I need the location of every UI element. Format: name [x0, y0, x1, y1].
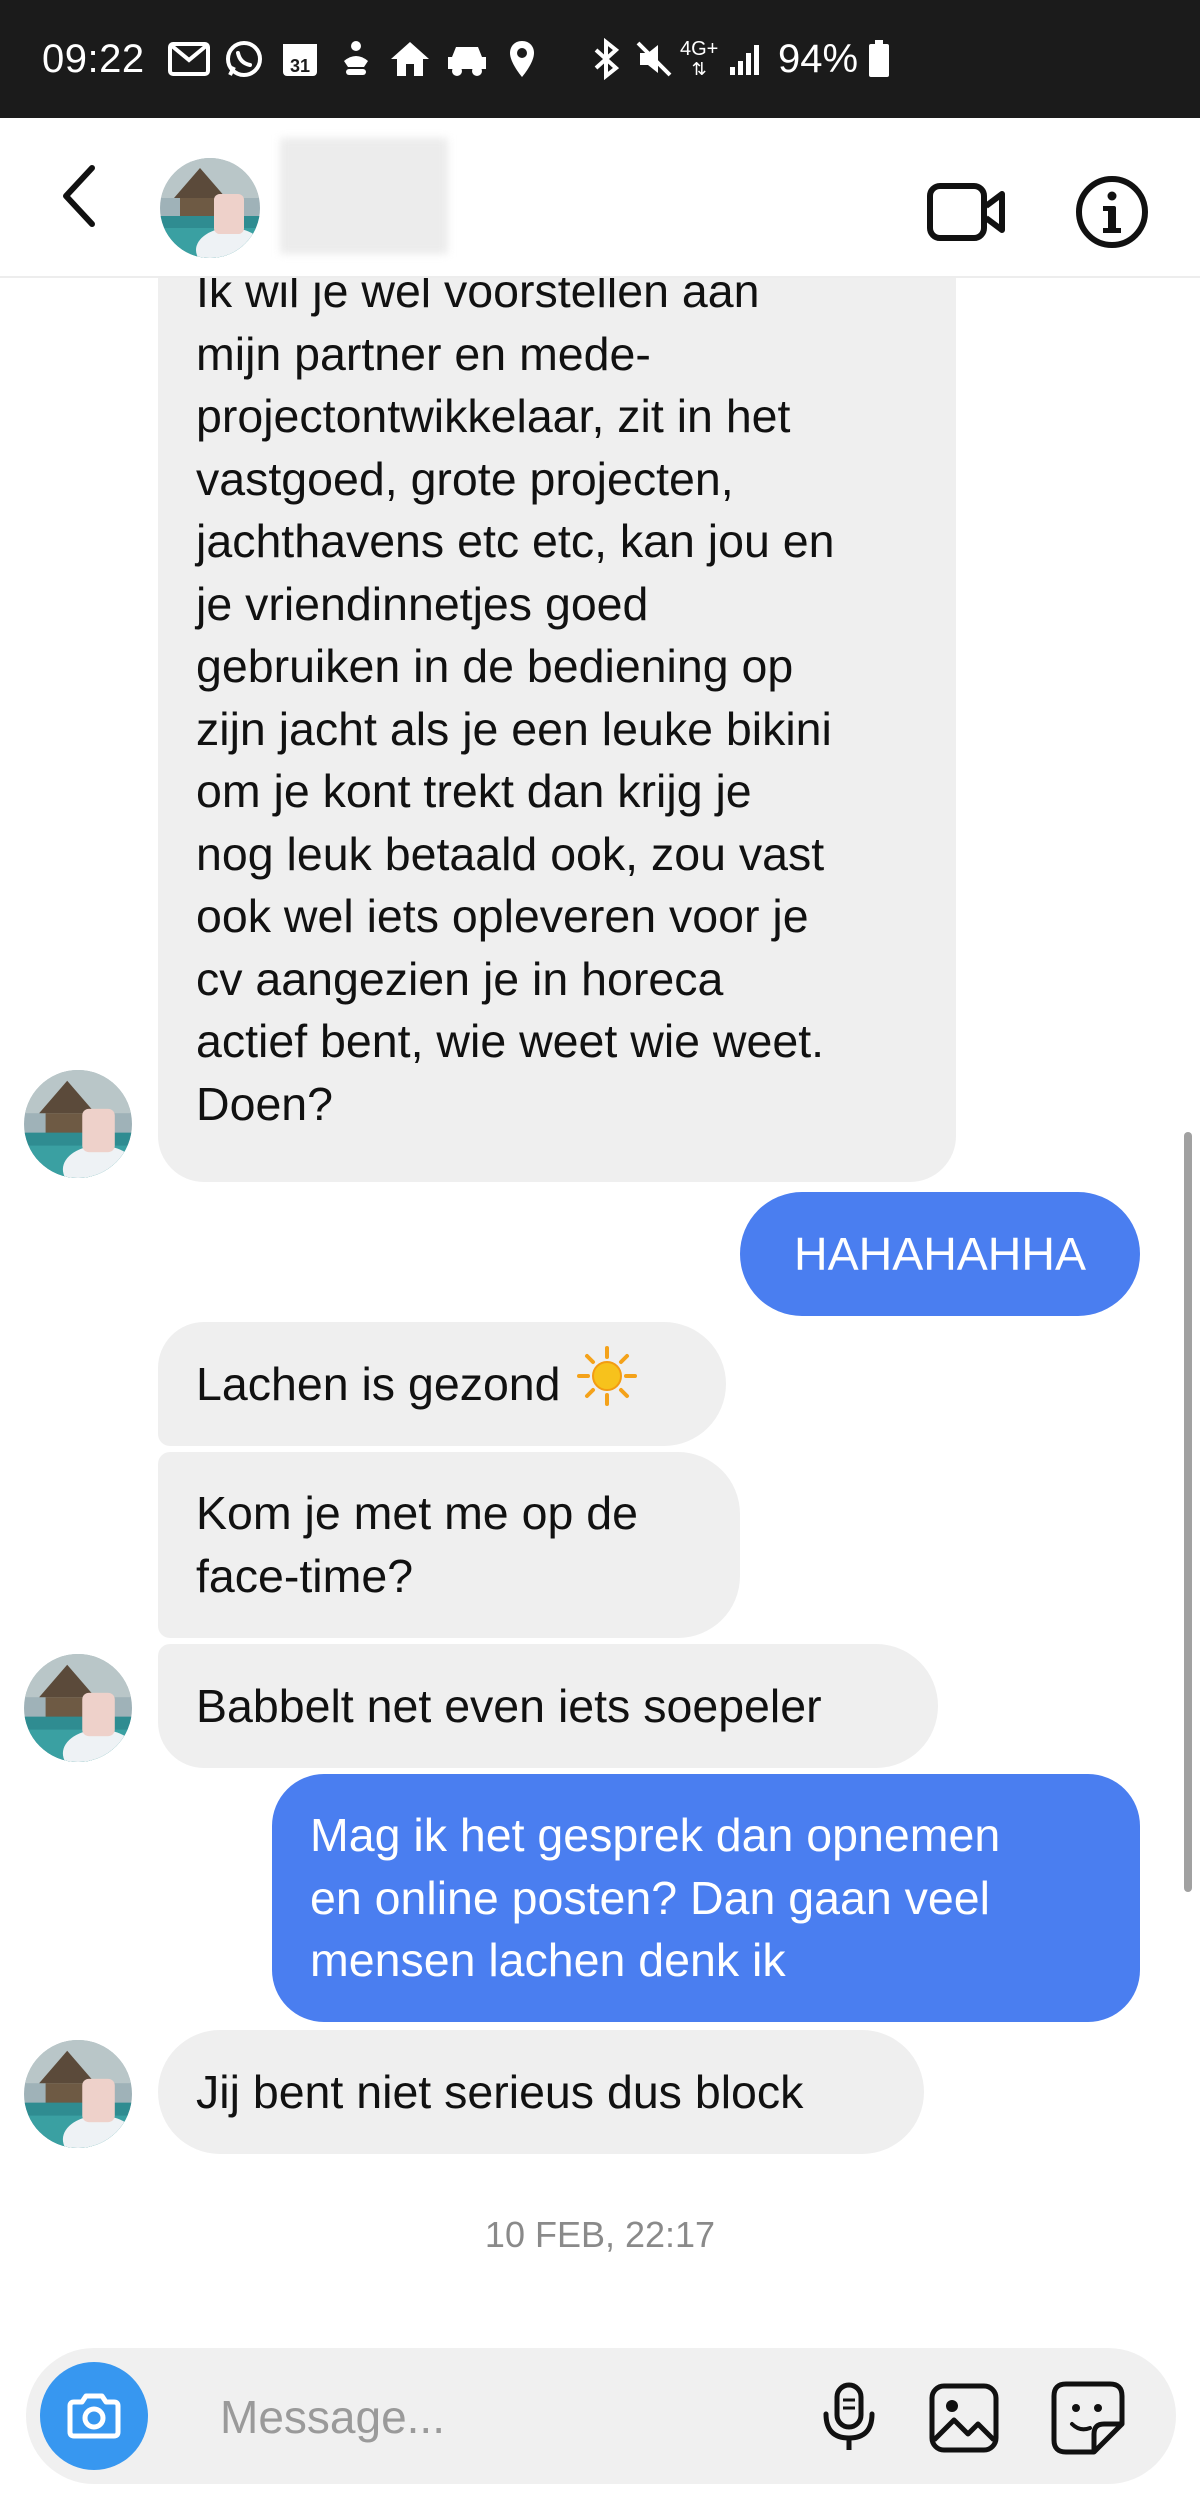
- mute-icon: [634, 0, 674, 118]
- message-line: Lachen is gezond: [196, 1357, 561, 1410]
- incoming-message[interactable]: Jij bent niet serieus dus block: [158, 2030, 924, 2154]
- status-time: 09:22: [42, 36, 145, 81]
- contact-avatar[interactable]: [24, 1654, 132, 1762]
- message-thread[interactable]: Ik wil je wel voorstellen aan mijn partn…: [0, 278, 1200, 2328]
- message-line: Doen?: [196, 1077, 334, 1130]
- contact-name[interactable]: [280, 138, 448, 254]
- camera-button[interactable]: [40, 2362, 148, 2470]
- message-line: mijn partner en mede-: [196, 327, 651, 380]
- svg-text:31: 31: [290, 56, 310, 76]
- back-arrow-icon: [63, 165, 95, 227]
- message-line: om je kont trekt dan krijg je: [196, 765, 752, 817]
- message-line: face-time?: [196, 1549, 414, 1602]
- message-line: gebruiken in de bediening op: [196, 640, 794, 692]
- contact-avatar[interactable]: [160, 158, 260, 258]
- camera-icon: [67, 2393, 121, 2439]
- scrollbar[interactable]: [1184, 1132, 1192, 1892]
- chat-header: [0, 118, 1200, 278]
- message-line: cv aangezien je in horeca: [196, 952, 724, 1005]
- message-timestamp: 10 FEB, 22:17: [484, 2214, 716, 2255]
- location-icon: [508, 0, 536, 118]
- incoming-message[interactable]: Babbelt net even iets soepeler: [158, 1644, 938, 1768]
- incoming-message[interactable]: Kom je met me op de face-time?: [158, 1452, 740, 1638]
- message-composer: [26, 2348, 1176, 2484]
- battery-icon: [868, 0, 890, 118]
- message-line: je vriendinnetjes goed: [196, 577, 649, 630]
- message-line: projectontwikkelaar, zit in het: [196, 390, 791, 442]
- calendar-icon: 31: [280, 0, 320, 118]
- network-label: 4G+: [680, 38, 719, 60]
- sticker-button[interactable]: [1050, 2380, 1126, 2456]
- message-line: zijn jacht als je een leuke bikini: [196, 702, 832, 755]
- outgoing-message[interactable]: HAHAHAHHA: [740, 1192, 1140, 1316]
- message-line: nog leuk betaald ook, zou vast: [196, 827, 825, 880]
- gallery-button[interactable]: [928, 2382, 1000, 2454]
- incoming-message[interactable]: Lachen is gezond: [158, 1322, 726, 1446]
- gmail-icon: [168, 0, 210, 118]
- message-input[interactable]: [218, 2378, 782, 2456]
- microphone-button[interactable]: [816, 2382, 882, 2454]
- whatsapp-icon: [224, 0, 264, 118]
- contact-avatar[interactable]: [24, 1070, 132, 1178]
- car-icon: [446, 0, 488, 118]
- message-line: HAHAHAHHA: [794, 1227, 1086, 1280]
- message-line: Kom je met me op de: [196, 1487, 638, 1539]
- signal-icon: [728, 0, 764, 118]
- message-line: actief bent, wie weet wie weet.: [196, 1015, 825, 1067]
- battery-percent: 94%: [778, 36, 859, 81]
- message-line: ook wel iets opleveren voor je: [196, 890, 809, 942]
- message-line: Ik wil je wel voorstellen aan: [196, 278, 760, 317]
- network-type: 4G+ ⇅: [680, 38, 719, 79]
- message-line: Mag ik het gesprek dan opnemen: [310, 1809, 1001, 1861]
- message-line: en online posten? Dan gaan veel: [310, 1871, 990, 1924]
- home-icon: [388, 0, 432, 118]
- message-line: Babbelt net even iets soepeler: [196, 1679, 822, 1732]
- contact-avatar[interactable]: [24, 2040, 132, 2148]
- incoming-message[interactable]: Ik wil je wel voorstellen aan mijn partn…: [158, 278, 956, 1182]
- sticker-icon: [1051, 2381, 1125, 2455]
- bluetooth-icon: [592, 0, 622, 118]
- info-icon: [1076, 176, 1148, 248]
- message-line: mensen lachen denk ik: [310, 1934, 786, 1986]
- back-button[interactable]: [48, 160, 120, 232]
- fitness-icon: [338, 0, 374, 118]
- message-line: jachthavens etc etc, kan jou en: [196, 515, 835, 567]
- status-bar: 09:22 31 4G+ ⇅ 94%: [0, 0, 1200, 118]
- sun-emoji-icon: [576, 1346, 637, 1422]
- gallery-icon: [929, 2383, 999, 2453]
- info-button[interactable]: [1074, 174, 1150, 250]
- video-call-button[interactable]: [926, 178, 1008, 246]
- message-line: vastgoed, grote projecten,: [196, 452, 734, 505]
- microphone-icon: [823, 2382, 875, 2450]
- outgoing-message[interactable]: Mag ik het gesprek dan opnemen en online…: [272, 1774, 1140, 2022]
- video-call-icon: [927, 183, 1005, 241]
- message-line: Jij bent niet serieus dus block: [196, 2065, 804, 2118]
